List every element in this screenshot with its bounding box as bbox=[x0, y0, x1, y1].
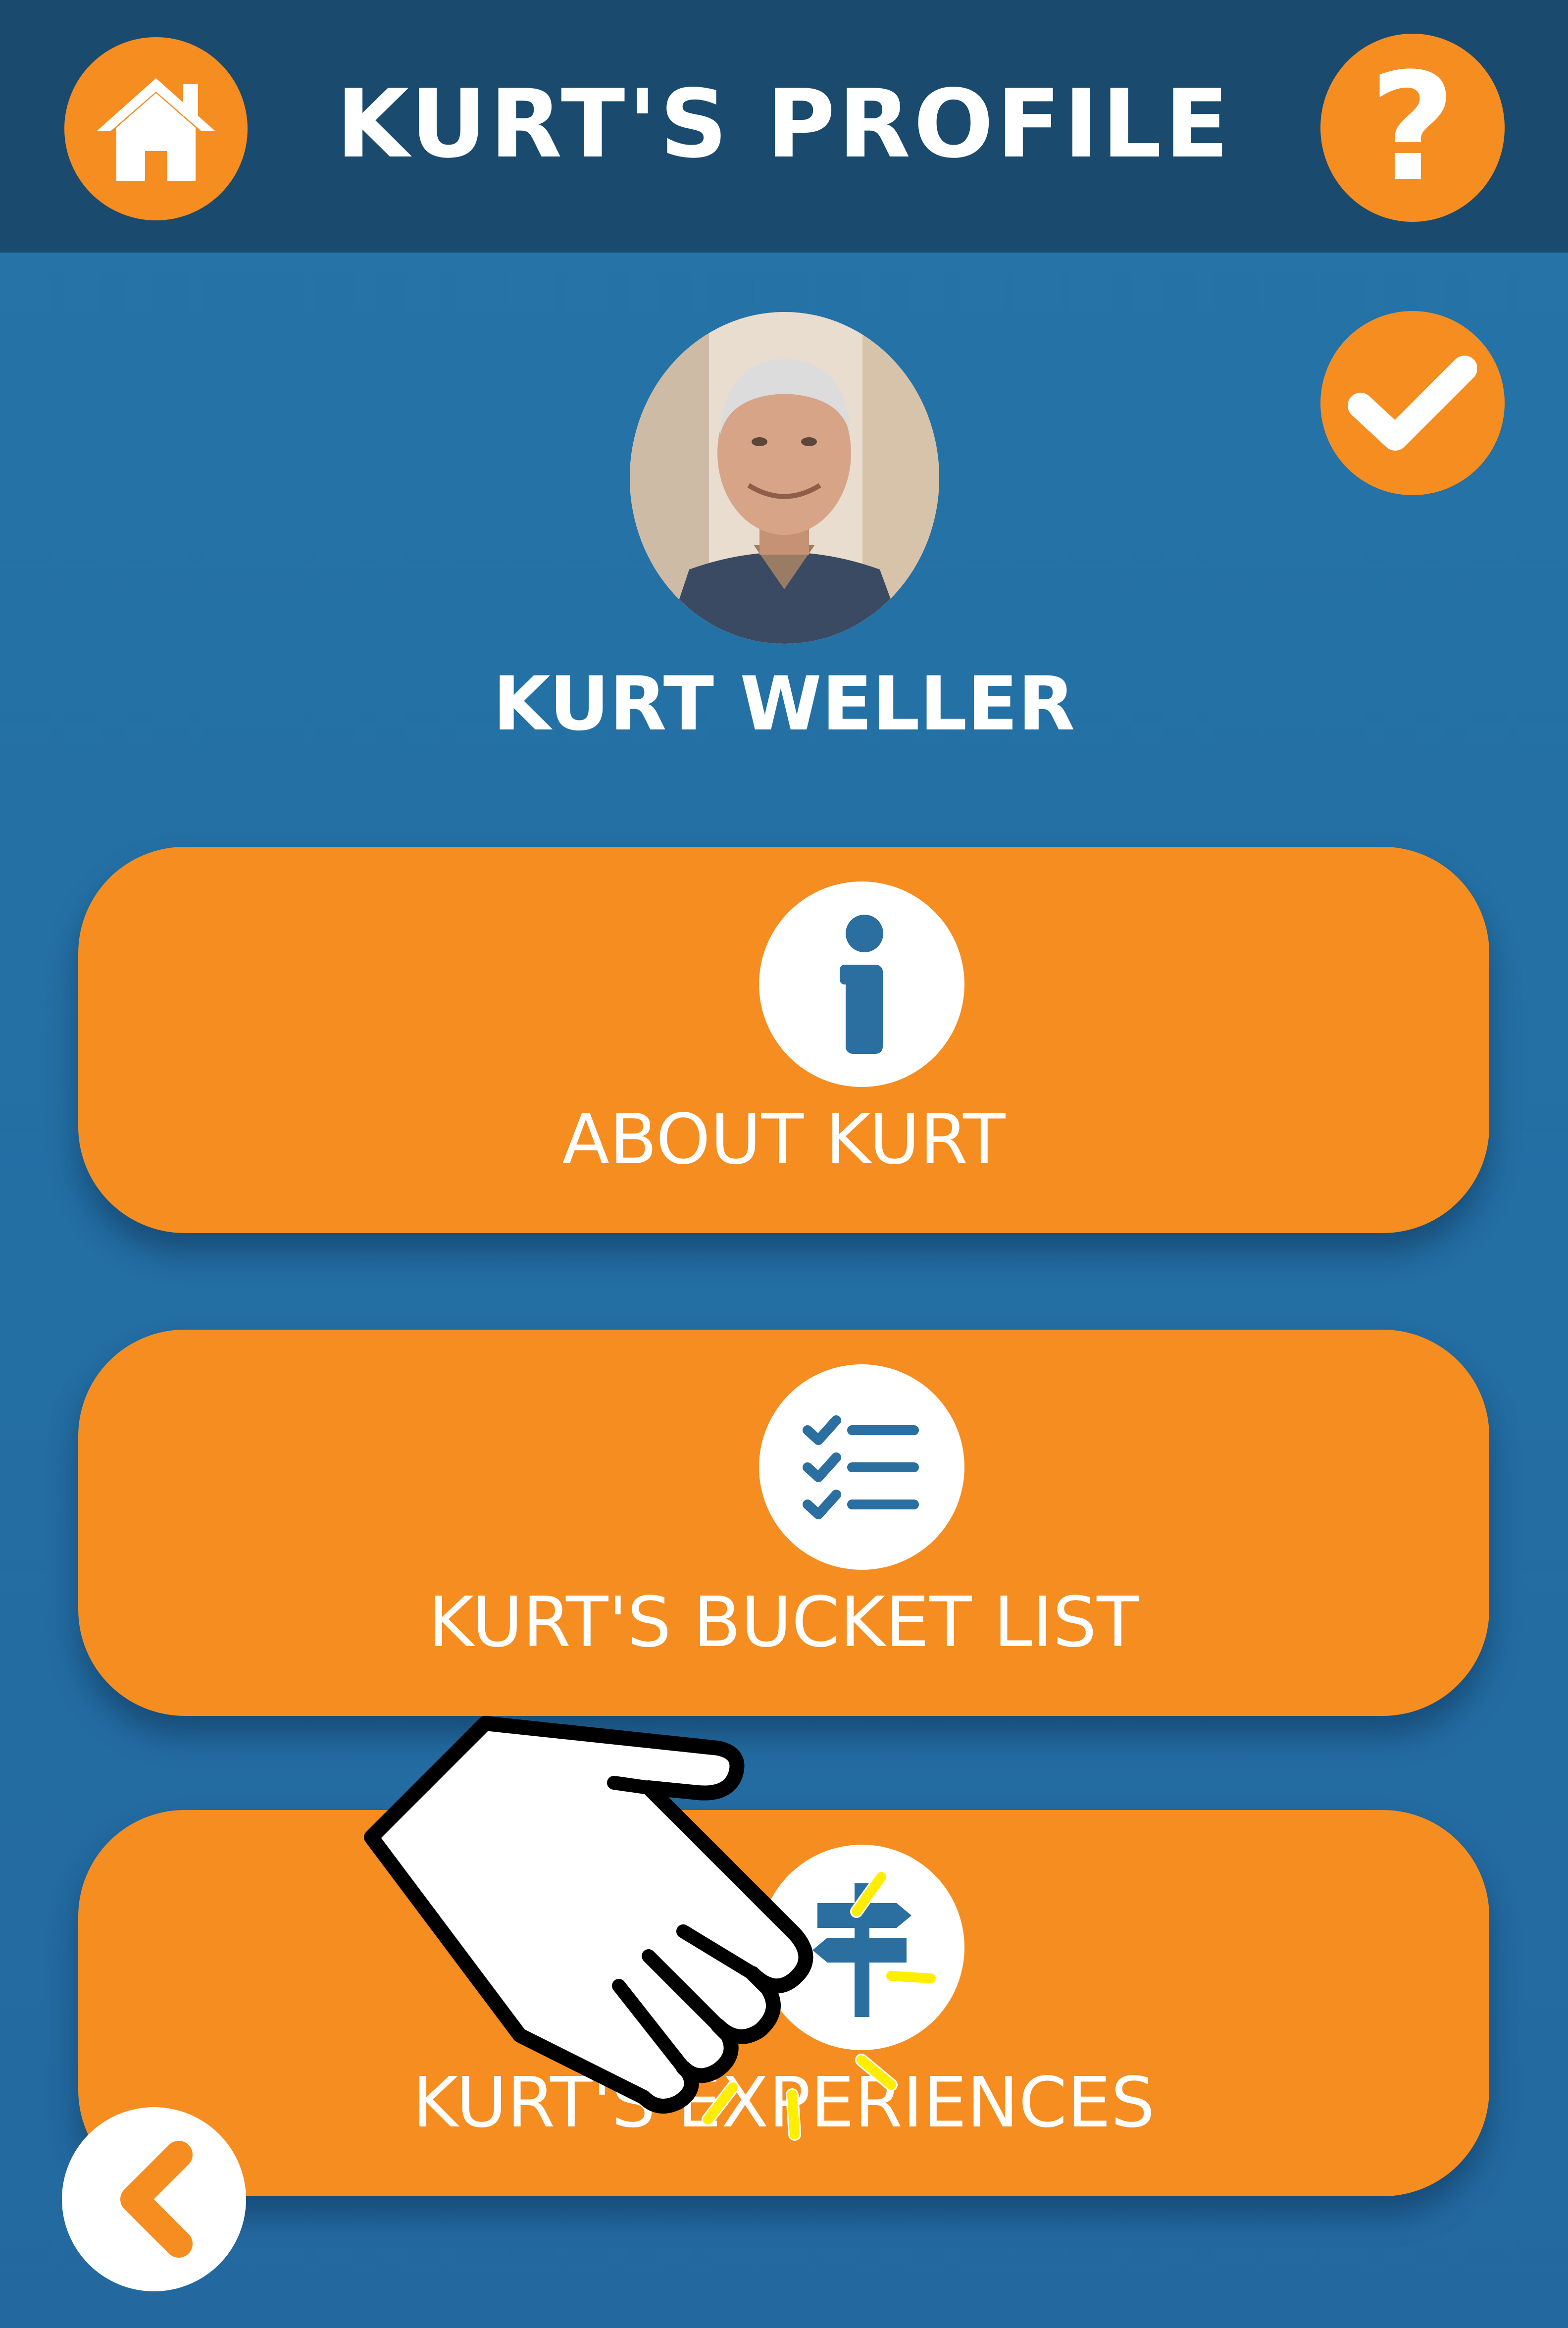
help-button[interactable]: ? bbox=[1320, 34, 1505, 222]
profile-photo bbox=[630, 312, 939, 644]
pointing-hand-icon bbox=[364, 1716, 937, 2141]
back-chevron-icon bbox=[120, 2141, 193, 2258]
checklist-icon bbox=[802, 1415, 919, 1519]
profile-avatar bbox=[630, 312, 939, 644]
confirm-button[interactable] bbox=[1320, 311, 1505, 495]
checklist-icon-circle bbox=[759, 1364, 964, 1570]
help-icon: ? bbox=[1369, 41, 1456, 214]
profile-name: KURT WELLER bbox=[493, 661, 1075, 747]
about-button[interactable]: ABOUT KURT bbox=[78, 847, 1489, 1233]
bucket-list-button-label: KURT'S BUCKET LIST bbox=[428, 1582, 1139, 1663]
check-icon bbox=[1348, 356, 1477, 451]
bucket-list-button[interactable]: KURT'S BUCKET LIST bbox=[78, 1330, 1489, 1716]
info-icon-circle bbox=[759, 881, 964, 1087]
back-button[interactable] bbox=[62, 2107, 246, 2291]
about-button-label: ABOUT KURT bbox=[562, 1099, 1006, 1180]
info-icon bbox=[839, 914, 883, 1054]
